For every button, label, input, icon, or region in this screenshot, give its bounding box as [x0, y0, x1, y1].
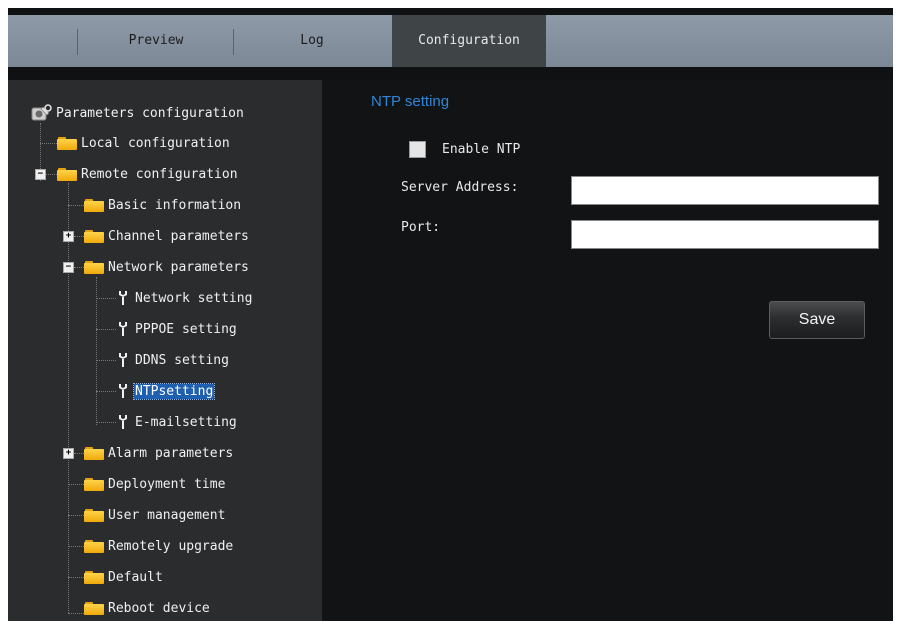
tree-connector [46, 174, 57, 175]
folder-icon [84, 570, 104, 584]
tree-connector [68, 577, 84, 578]
tree-item-ddns-setting[interactable]: DDNS setting [116, 351, 230, 369]
tree-item-local-configuration[interactable]: Local configuration [57, 134, 231, 152]
tree-connector [96, 298, 116, 299]
folder-icon [84, 601, 104, 615]
tree-item-label: Alarm parameters [108, 445, 234, 461]
tree-item-basic-information[interactable]: Basic information [84, 196, 242, 214]
save-button[interactable]: Save [769, 301, 865, 339]
tree-item-label: DDNS setting [135, 352, 229, 368]
enable-ntp-checkbox[interactable] [409, 141, 426, 158]
wrench-icon [119, 291, 127, 305]
folder-icon [84, 198, 104, 212]
tree-connector [68, 515, 84, 516]
tree-connector [74, 267, 84, 268]
tree-item-label: NTPsetting [132, 382, 216, 400]
tree-connector [68, 183, 69, 613]
tab-separator [77, 29, 78, 55]
tree-item-label: Remote configuration [81, 166, 238, 182]
port-input[interactable] [571, 220, 879, 249]
tree-item-reboot-device[interactable]: Reboot device [84, 599, 211, 617]
tab-preview[interactable]: Preview [80, 15, 232, 67]
server-address-label: Server Address: [401, 180, 519, 195]
app-frame: Preview Log Configuration − + − + Parame… [8, 8, 893, 621]
tree-item-ntp-setting[interactable]: NTPsetting [116, 382, 216, 400]
folder-icon [84, 260, 104, 274]
tree-connector [68, 205, 84, 206]
wrench-icon [119, 384, 127, 398]
folder-icon [84, 539, 104, 553]
ntp-settings-panel: NTP setting Enable NTP Server Address: P… [322, 80, 893, 621]
collapse-icon[interactable]: − [35, 169, 46, 180]
tab-configuration[interactable]: Configuration [392, 15, 546, 67]
tree-connector [68, 484, 84, 485]
tree-item-label: Basic information [108, 197, 242, 213]
port-label: Port: [401, 220, 441, 235]
tree-item-label: Reboot device [108, 600, 210, 616]
tree-item-channel-parameters[interactable]: Channel parameters [84, 227, 250, 245]
tree-connector [96, 329, 116, 330]
tree-item-label: Channel parameters [108, 228, 249, 244]
tree-item-label: Default [108, 569, 163, 585]
tree-item-remotely-upgrade[interactable]: Remotely upgrade [84, 537, 234, 555]
settings-root-icon [31, 104, 52, 121]
server-address-input[interactable] [571, 176, 879, 205]
top-tab-bar: Preview Log Configuration [8, 15, 893, 67]
tree-connector [96, 360, 116, 361]
folder-icon [57, 136, 77, 150]
tree-item-label: Network setting [135, 290, 253, 306]
tree-connector [40, 143, 57, 144]
tree-connector [68, 546, 84, 547]
config-tree: − + − + Parameters configuration Local c… [8, 80, 322, 621]
folder-icon [57, 167, 77, 181]
wrench-icon [119, 415, 127, 429]
tree-item-user-management[interactable]: User management [84, 506, 226, 524]
enable-ntp-label: Enable NTP [442, 142, 521, 157]
tree-item-label: User management [108, 507, 226, 523]
collapse-icon[interactable]: − [63, 262, 74, 273]
tree-item-label: PPPOE setting [135, 321, 237, 337]
tree-connector [96, 277, 97, 425]
folder-icon [84, 508, 104, 522]
tree-item-label: Deployment time [108, 476, 226, 492]
wrench-icon [119, 353, 127, 367]
tree-item-remote-configuration[interactable]: Remote configuration [57, 165, 239, 183]
tree-item-label: Local configuration [81, 135, 230, 151]
wrench-icon [119, 322, 127, 336]
tree-connector [96, 391, 116, 392]
folder-icon [84, 229, 104, 243]
tree-connector [74, 453, 84, 454]
tree-item-deployment-time[interactable]: Deployment time [84, 475, 226, 493]
tree-item-default[interactable]: Default [84, 568, 164, 586]
section-title: NTP setting [371, 93, 450, 110]
tree-item-alarm-parameters[interactable]: Alarm parameters [84, 444, 234, 462]
expand-icon[interactable]: + [63, 448, 74, 459]
tree-item-network-parameters[interactable]: Network parameters [84, 258, 250, 276]
tree-item-label: Network parameters [108, 259, 249, 275]
tree-connector [96, 422, 116, 423]
tree-root[interactable]: Parameters configuration [30, 104, 245, 122]
tab-separator [233, 29, 234, 55]
tree-root-label: Parameters configuration [56, 105, 244, 121]
tab-log[interactable]: Log [236, 15, 388, 67]
folder-icon [84, 446, 104, 460]
tree-item-email-setting[interactable]: E-mailsetting [116, 413, 238, 431]
tree-connector [74, 236, 84, 237]
tree-item-network-setting[interactable]: Network setting [116, 289, 253, 307]
tree-item-label: Remotely upgrade [108, 538, 234, 554]
tree-connector [68, 613, 84, 614]
expand-icon[interactable]: + [63, 231, 74, 242]
tree-item-pppoe-setting[interactable]: PPPOE setting [116, 320, 238, 338]
tree-item-label: E-mailsetting [135, 414, 237, 430]
folder-icon [84, 477, 104, 491]
